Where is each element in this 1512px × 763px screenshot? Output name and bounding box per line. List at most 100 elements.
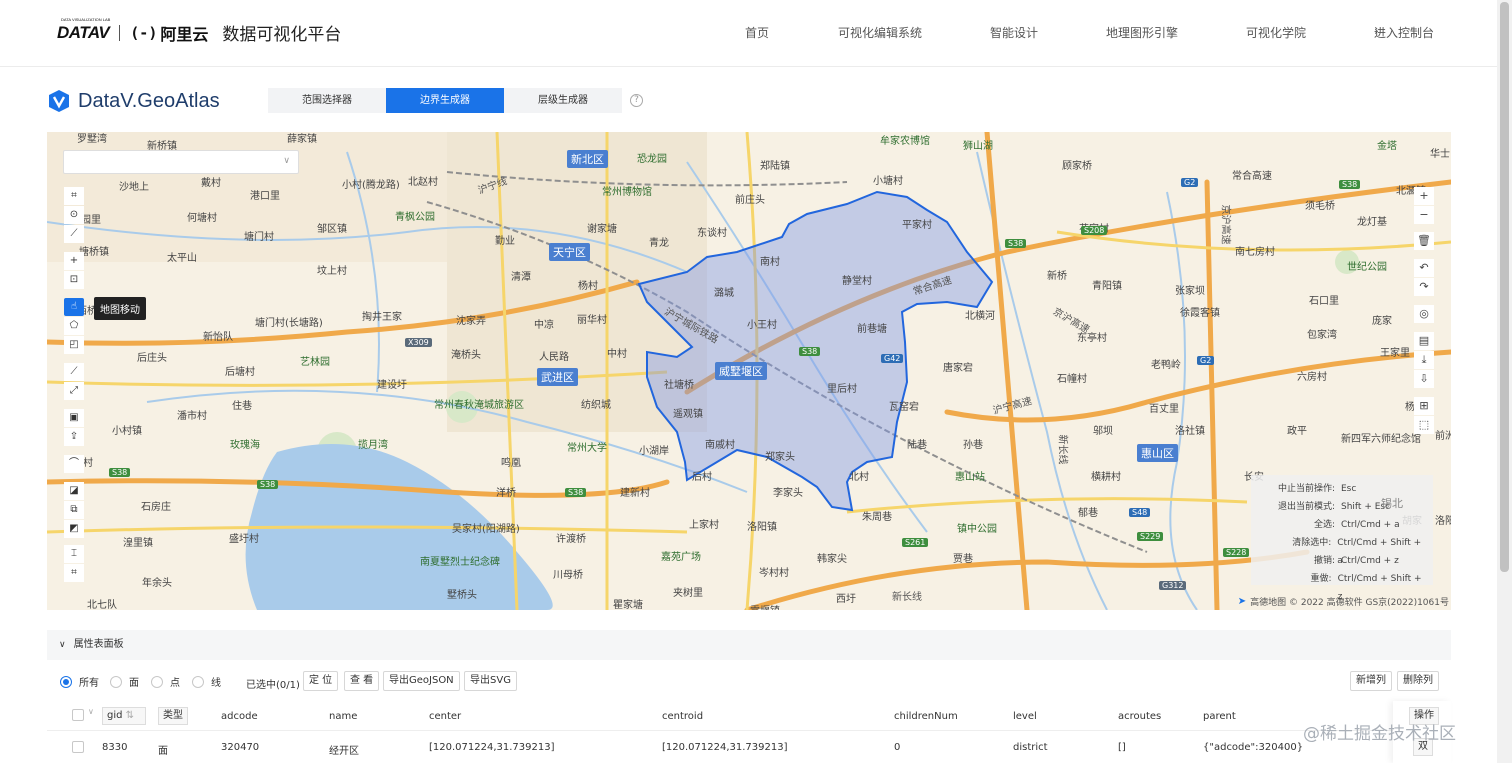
shortcut-key: 中止当前操作:	[1277, 484, 1335, 494]
tab-boundary-generator[interactable]: 边界生成器	[386, 88, 504, 113]
redo-icon[interactable]: ↷	[1414, 278, 1434, 296]
place-label: 艺林园	[300, 357, 330, 368]
place-label: 薛家镇	[287, 134, 317, 145]
rect-select-icon[interactable]: ⌗	[64, 187, 84, 205]
place-label: 勤业	[495, 236, 515, 247]
view-button[interactable]: 查 看	[344, 671, 380, 691]
export-icon[interactable]: ⇪	[64, 428, 84, 446]
table-row[interactable]: 8330 面 320470 经开区 [120.071224,31.739213]…	[47, 732, 1451, 762]
place-label: 惠山站	[955, 472, 985, 483]
locate-button[interactable]: 定 位	[303, 671, 339, 691]
layer-icon[interactable]: ⬚	[1414, 416, 1434, 434]
road-shield: S48	[1129, 508, 1151, 517]
place-label: 常州大学	[567, 443, 607, 454]
nav-link-academy[interactable]: 可视化学院	[1246, 24, 1306, 41]
locate-icon[interactable]: ◎	[1414, 305, 1434, 323]
place-label: 南七房村	[1235, 247, 1275, 258]
road-shield: S229	[1137, 532, 1164, 541]
tab-level-generator[interactable]: 层级生成器	[504, 88, 622, 113]
help-icon[interactable]: ?	[630, 94, 643, 107]
column-header-childrennum[interactable]: childrenNum	[894, 711, 958, 722]
nav-link-geo-engine[interactable]: 地理图形引擎	[1106, 24, 1178, 41]
union-icon[interactable]: ⧉	[64, 501, 84, 519]
row-checkbox[interactable]	[72, 741, 84, 753]
column-header-name[interactable]: name	[329, 711, 357, 722]
attribute-panel-header[interactable]: ∨ 属性表面板	[47, 630, 1451, 660]
crop-icon[interactable]: ⌗	[64, 564, 84, 582]
column-header-parent[interactable]: parent	[1203, 711, 1236, 722]
column-header-type[interactable]: 类型	[158, 707, 188, 725]
hand-icon[interactable]: ☝	[64, 298, 84, 316]
place-label: 石幢村	[1057, 374, 1087, 385]
region-select[interactable]: ∨	[63, 150, 299, 174]
place-label: 洋桥	[496, 488, 516, 499]
box-icon[interactable]: ◰	[64, 336, 84, 354]
column-header-acroutes[interactable]: acroutes	[1118, 711, 1161, 722]
place-label: 石口里	[1309, 296, 1339, 307]
circle-select-icon[interactable]: ⊙	[64, 206, 84, 224]
place-label: 东谈村	[697, 228, 727, 239]
map-move-tooltip: 地图移动	[94, 297, 146, 320]
place-label: 清潭	[511, 272, 531, 283]
select-dropdown-icon[interactable]: ∨	[88, 707, 94, 716]
nav-link-editor[interactable]: 可视化编辑系统	[838, 24, 922, 41]
zoom-in-icon[interactable]: +	[1414, 187, 1434, 205]
save-icon[interactable]: ⇩	[1414, 370, 1434, 388]
nav-link-home[interactable]: 首页	[745, 24, 769, 41]
scrollbar-thumb[interactable]	[1500, 2, 1509, 572]
lasso-icon[interactable]: ⟋	[64, 225, 84, 243]
column-header-adcode[interactable]: adcode	[221, 711, 258, 722]
column-header-center[interactable]: center	[429, 711, 461, 722]
page-scrollbar[interactable]	[1497, 0, 1512, 763]
column-header-gid[interactable]: gid ⇅	[102, 707, 146, 725]
column-header-centroid[interactable]: centroid	[662, 711, 703, 722]
generator-tabs: 范围选择器 边界生成器 层级生成器	[268, 88, 622, 113]
place-label: 年余头	[142, 578, 172, 589]
export-geojson-button[interactable]: 导出GeoJSON	[383, 671, 460, 691]
place-label: 吴家村(阳湖路)	[452, 524, 520, 535]
add-column-button[interactable]: 新增列	[1350, 671, 1392, 691]
delete-icon[interactable]: 🗑	[1414, 232, 1434, 250]
place-label: 湟里镇	[123, 538, 153, 549]
road-shield: S38	[799, 347, 821, 356]
district-label: 惠山区	[1137, 444, 1178, 462]
split-icon[interactable]: ⌶	[64, 545, 84, 563]
table-header: ∨ gid ⇅ 类型 adcode name center centroid c…	[47, 701, 1451, 731]
export-svg-button[interactable]: 导出SVG	[464, 671, 517, 691]
road-shield: S38	[109, 468, 131, 477]
place-label: 中村	[607, 349, 627, 360]
line-icon[interactable]: ⟋	[64, 363, 84, 381]
district-label: 新北区	[567, 150, 608, 168]
filter-all-radio[interactable]: 所有	[60, 674, 99, 689]
district-label: 天宁区	[549, 243, 590, 261]
zoom-out-icon[interactable]: −	[1414, 206, 1434, 224]
nav-link-design[interactable]: 智能设计	[990, 24, 1038, 41]
select-all-checkbox[interactable]	[72, 709, 84, 721]
undo-icon[interactable]: ↶	[1414, 259, 1434, 277]
polygon-icon[interactable]: ⬠	[64, 317, 84, 335]
place-label: 李家头	[773, 488, 803, 499]
place-label: 唐家宕	[943, 363, 973, 374]
point-select-icon[interactable]: ⊡	[64, 271, 84, 289]
map-canvas[interactable]: 新北区 天宁区 武进区 威墅堰区 惠山区 罗墅湾 新桥镇 薛家镇 恐龙园 郑陆镇…	[47, 132, 1451, 610]
delete-column-button[interactable]: 删除列	[1397, 671, 1439, 691]
fullscreen-icon[interactable]: ⊞	[1414, 397, 1434, 415]
radio-label: 点	[170, 678, 180, 689]
cell-acroutes: []	[1118, 742, 1126, 753]
place-label: 纺织城	[581, 400, 611, 411]
filter-line-radio[interactable]: 线	[192, 674, 221, 689]
tab-range-selector[interactable]: 范围选择器	[268, 88, 386, 113]
text-icon[interactable]: ▣	[64, 409, 84, 427]
diff-icon[interactable]: ◩	[64, 520, 84, 538]
column-header-level[interactable]: level	[1013, 711, 1037, 722]
download-icon[interactable]: ⤓	[1414, 351, 1434, 369]
curve-icon[interactable]: ⌒	[64, 455, 84, 473]
filter-point-radio[interactable]: 点	[151, 674, 180, 689]
filter-polygon-radio[interactable]: 面	[110, 674, 139, 689]
place-label: 北横河	[965, 311, 995, 322]
file-icon[interactable]: ▤	[1414, 332, 1434, 350]
merge-icon[interactable]: ◪	[64, 482, 84, 500]
road-shield: G42	[881, 354, 904, 363]
add-point-icon[interactable]: +	[64, 252, 84, 270]
measure-icon[interactable]: ⤢	[64, 382, 84, 400]
